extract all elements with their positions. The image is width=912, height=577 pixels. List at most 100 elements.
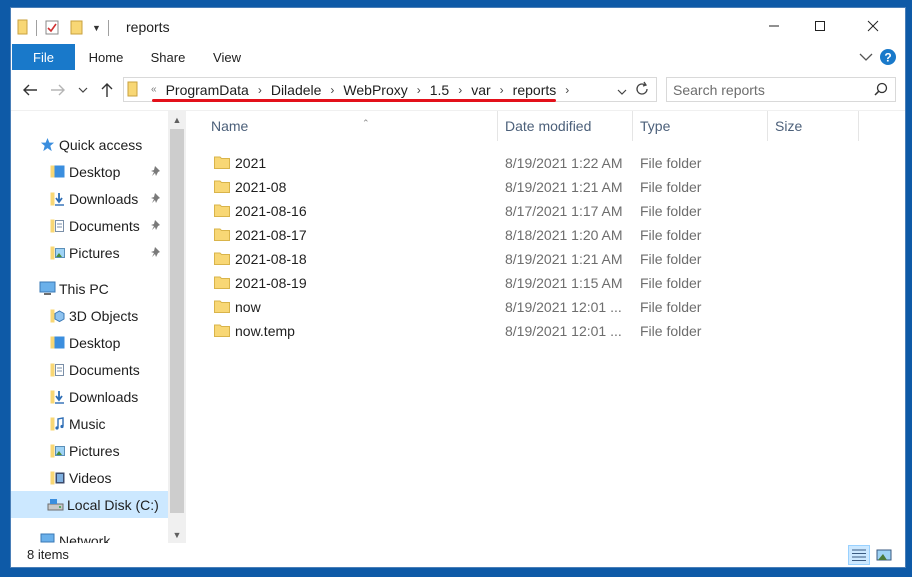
pin-icon[interactable] xyxy=(151,164,163,180)
tab-home[interactable]: Home xyxy=(81,44,131,70)
chevron-down-icon xyxy=(78,87,88,93)
large-icons-view-button[interactable] xyxy=(873,545,895,565)
file-date: 8/19/2021 1:15 AM xyxy=(505,275,623,291)
close-button[interactable] xyxy=(850,8,896,44)
nav-quick-access[interactable]: Quick access xyxy=(39,131,142,158)
back-button[interactable] xyxy=(19,79,41,101)
folder-icon xyxy=(214,251,230,268)
scroll-up-arrow-icon[interactable]: ▲ xyxy=(168,111,186,128)
explorer-window: ▼ reports File Home Share View ? « Progr… xyxy=(10,7,906,568)
table-row[interactable]: 2021 8/19/2021 1:22 AM File folder xyxy=(211,151,861,175)
nav-this-pc[interactable]: This PC xyxy=(39,275,109,302)
breadcrumb-item[interactable]: var xyxy=(467,82,494,98)
column-label: Type xyxy=(640,118,671,134)
folder-icon xyxy=(127,81,139,100)
file-name: 2021-08-17 xyxy=(235,227,307,243)
column-header-name[interactable]: ⌃ Name xyxy=(204,111,494,141)
maximize-button[interactable] xyxy=(797,8,843,44)
chevron-right-icon[interactable]: › xyxy=(453,83,467,97)
column-header-size[interactable]: Size xyxy=(768,111,858,141)
breadcrumb-item[interactable]: WebProxy xyxy=(339,82,411,98)
up-button[interactable] xyxy=(96,79,118,101)
nav-pc-3d-objects[interactable]: 3D Objects xyxy=(49,302,138,329)
breadcrumb: « ProgramData › Diladele › WebProxy › 1.… xyxy=(146,78,574,101)
scroll-down-arrow-icon[interactable]: ▼ xyxy=(168,526,186,543)
nav-pc-videos[interactable]: Videos xyxy=(49,464,112,491)
large-icons-view-icon xyxy=(876,549,892,561)
toolbar-divider xyxy=(36,20,37,36)
navigation-pane: Quick access Desktop Downloads Documents… xyxy=(11,111,187,543)
table-row[interactable]: 2021-08-19 8/19/2021 1:15 AM File folder xyxy=(211,271,861,295)
file-list: ⌃ Name Date modified Type Size 2021 8/19… xyxy=(188,111,905,543)
breadcrumb-item[interactable]: 1.5 xyxy=(426,82,453,98)
address-bar[interactable]: « ProgramData › Diladele › WebProxy › 1.… xyxy=(123,77,657,102)
chevron-right-icon[interactable]: › xyxy=(325,83,339,97)
folder-icon xyxy=(214,299,230,316)
nav-pc-desktop[interactable]: Desktop xyxy=(49,329,120,356)
expand-ribbon-button[interactable] xyxy=(856,48,876,66)
table-row[interactable]: 2021-08-18 8/19/2021 1:21 AM File folder xyxy=(211,247,861,271)
table-row[interactable]: 2021-08-16 8/17/2021 1:17 AM File folder xyxy=(211,199,861,223)
new-folder-icon[interactable] xyxy=(70,19,84,38)
nav-pc-local-disk[interactable]: Local Disk (C:) xyxy=(11,491,168,518)
documents-folder-icon xyxy=(49,361,66,378)
address-dropdown-button[interactable] xyxy=(617,83,627,99)
nav-quick-pictures[interactable]: Pictures xyxy=(49,239,169,266)
close-icon xyxy=(867,20,879,32)
chevron-right-icon[interactable]: › xyxy=(412,83,426,97)
tab-view[interactable]: View xyxy=(207,44,247,70)
toolbar-divider xyxy=(107,20,109,36)
refresh-button[interactable] xyxy=(634,81,650,100)
recent-locations-button[interactable] xyxy=(72,79,94,101)
table-row[interactable]: 2021-08-17 8/18/2021 1:20 AM File folder xyxy=(211,223,861,247)
properties-icon[interactable] xyxy=(44,19,60,38)
search-input[interactable]: Search reports xyxy=(666,77,896,102)
file-name: now.temp xyxy=(235,323,295,339)
nav-pc-documents[interactable]: Documents xyxy=(49,356,140,383)
search-icon xyxy=(874,82,888,99)
tab-file[interactable]: File xyxy=(12,44,75,70)
nav-quick-documents[interactable]: Documents xyxy=(49,212,169,239)
breadcrumb-item[interactable]: Diladele xyxy=(267,82,326,98)
tab-share[interactable]: Share xyxy=(145,44,191,70)
column-header-type[interactable]: Type xyxy=(633,111,767,141)
file-name: 2021-08-18 xyxy=(235,251,307,267)
refresh-icon xyxy=(636,81,648,95)
nav-pc-pictures[interactable]: Pictures xyxy=(49,437,120,464)
file-type: File folder xyxy=(640,227,702,243)
table-row[interactable]: now 8/19/2021 12:01 ... File folder xyxy=(211,295,861,319)
nav-label: Network xyxy=(59,532,111,544)
nav-scrollbar[interactable]: ▲ ▼ xyxy=(168,111,186,543)
breadcrumb-item[interactable]: ProgramData xyxy=(162,82,253,98)
details-view-button[interactable] xyxy=(848,545,870,565)
minimize-button[interactable] xyxy=(751,8,797,44)
pin-icon[interactable] xyxy=(151,245,163,261)
overflow-chevron-icon[interactable]: « xyxy=(146,84,162,95)
chevron-right-icon[interactable]: › xyxy=(495,83,509,97)
nav-quick-desktop[interactable]: Desktop xyxy=(49,158,169,185)
help-button[interactable]: ? xyxy=(878,48,898,66)
column-divider[interactable] xyxy=(858,111,859,141)
forward-button[interactable] xyxy=(47,79,69,101)
nav-pc-music[interactable]: Music xyxy=(49,410,106,437)
pin-icon[interactable] xyxy=(151,218,163,234)
nav-network[interactable]: Network xyxy=(39,527,110,543)
table-row[interactable]: 2021-08 8/19/2021 1:21 AM File folder xyxy=(211,175,861,199)
file-date: 8/19/2021 1:22 AM xyxy=(505,155,623,171)
search-placeholder: Search reports xyxy=(673,82,765,98)
music-folder-icon xyxy=(49,415,66,432)
nav-label: Documents xyxy=(69,361,140,378)
computer-icon xyxy=(39,280,56,297)
table-row[interactable]: now.temp 8/19/2021 12:01 ... File folder xyxy=(211,319,861,343)
scroll-thumb[interactable] xyxy=(170,129,184,513)
status-bar: 8 items xyxy=(11,543,905,567)
column-header-date-modified[interactable]: Date modified xyxy=(498,111,632,141)
nav-pc-downloads[interactable]: Downloads xyxy=(49,383,138,410)
breadcrumb-item[interactable]: reports xyxy=(509,82,561,98)
chevron-right-icon[interactable]: › xyxy=(253,83,267,97)
nav-quick-downloads[interactable]: Downloads xyxy=(49,185,169,212)
chevron-right-icon[interactable]: › xyxy=(560,83,574,97)
customize-toolbar-chevron-icon[interactable]: ▼ xyxy=(92,23,101,33)
ribbon-tabs: File Home Share View ? xyxy=(11,44,905,70)
pin-icon[interactable] xyxy=(151,191,163,207)
